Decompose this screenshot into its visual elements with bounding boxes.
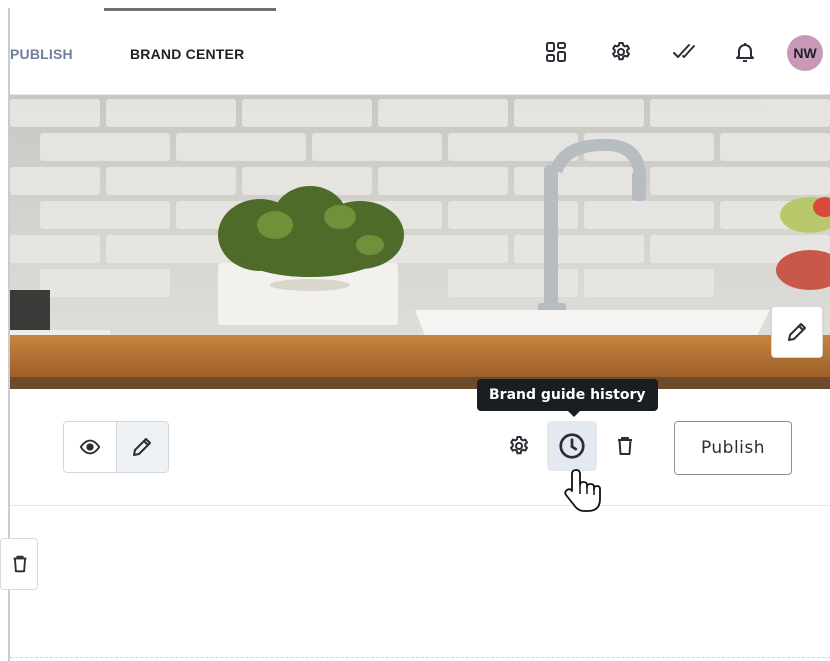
pencil-icon [788, 323, 806, 341]
brand-guide-history-button[interactable] [547, 421, 597, 471]
edit-image-button[interactable] [771, 306, 823, 358]
nav-tab-brand-center[interactable]: BRAND CENTER [130, 46, 244, 62]
content-bottom-border [10, 657, 830, 658]
nav-tab-publish[interactable]: PUBLISH [10, 46, 73, 62]
history-clock-icon [559, 433, 585, 459]
hero-image [10, 95, 830, 389]
settings-gear-icon[interactable] [607, 38, 635, 66]
brand-guide-settings-button[interactable] [494, 421, 544, 471]
trash-icon [618, 437, 632, 455]
preview-mode-button[interactable] [64, 422, 116, 472]
delete-brand-guide-button[interactable] [600, 421, 650, 471]
top-navigation-bar: PUBLISH BRAND CENTER NW [10, 8, 830, 95]
double-check-icon[interactable] [670, 38, 698, 66]
eye-icon [79, 439, 100, 455]
view-mode-toggle [63, 421, 169, 473]
settings-gear-icon [510, 436, 528, 455]
trash-icon [13, 555, 27, 573]
history-tooltip: Brand guide history [477, 379, 658, 411]
pencil-icon [133, 438, 152, 456]
bell-icon[interactable] [731, 38, 759, 66]
edit-mode-button[interactable] [115, 422, 168, 472]
active-tab-indicator [104, 8, 276, 11]
section-delete-button[interactable] [0, 538, 38, 590]
tooltip-arrow [567, 410, 581, 417]
brand-guide-toolbar: Publish [10, 389, 830, 506]
publish-button[interactable]: Publish [674, 421, 792, 475]
hand-pointer-cursor [563, 468, 603, 519]
user-avatar[interactable]: NW [787, 35, 823, 71]
grid-icon[interactable] [542, 38, 570, 66]
